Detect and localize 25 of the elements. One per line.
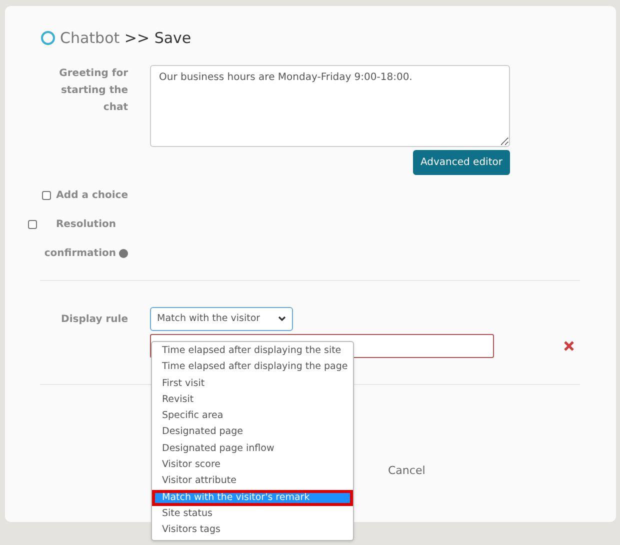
field-label: Greeting for starting the chat	[58, 67, 128, 115]
page-title: Chatbot >> Save	[60, 28, 192, 49]
dropdown-option[interactable]: Visitor score	[152, 457, 353, 474]
option-label: Resolution confirmation	[43, 218, 116, 261]
dropdown-option[interactable]: Designated page	[152, 424, 353, 441]
dropdown-option[interactable]: Visitors tags	[152, 522, 353, 539]
dropdown-option[interactable]: Designated page inflow	[152, 440, 353, 458]
advanced-editor-button[interactable]: Advanced editor	[413, 150, 510, 175]
dropdown-option[interactable]: Revisit	[152, 392, 353, 408]
select-value: Match with the visitor	[157, 312, 260, 326]
cancel-link[interactable]: Cancel	[388, 464, 426, 477]
delete-icon[interactable]	[563, 340, 575, 352]
chevron-down-icon	[278, 316, 286, 322]
dropdown-option[interactable]: Visitor attribute	[152, 473, 353, 490]
dropdown-option[interactable]: Time elapsed after displaying the site	[152, 343, 353, 360]
greeting-textarea[interactable]: Our business hours are Monday-Friday 9:00-18:00.	[150, 65, 510, 147]
dropdown-option[interactable]: First visit	[152, 376, 353, 392]
checkbox[interactable]	[42, 191, 52, 200]
display-rule-select[interactable]: Match with the visitor	[150, 307, 293, 331]
option-label: Add a choice	[56, 189, 128, 203]
dropdown-option[interactable]: Time elapsed after displaying the page	[152, 359, 353, 376]
field-label: Display rule	[60, 312, 128, 326]
checkbox[interactable]	[28, 220, 37, 229]
dropdown-option[interactable]: Site status	[152, 506, 353, 522]
dropdown-option[interactable]: Specific area	[152, 408, 353, 424]
